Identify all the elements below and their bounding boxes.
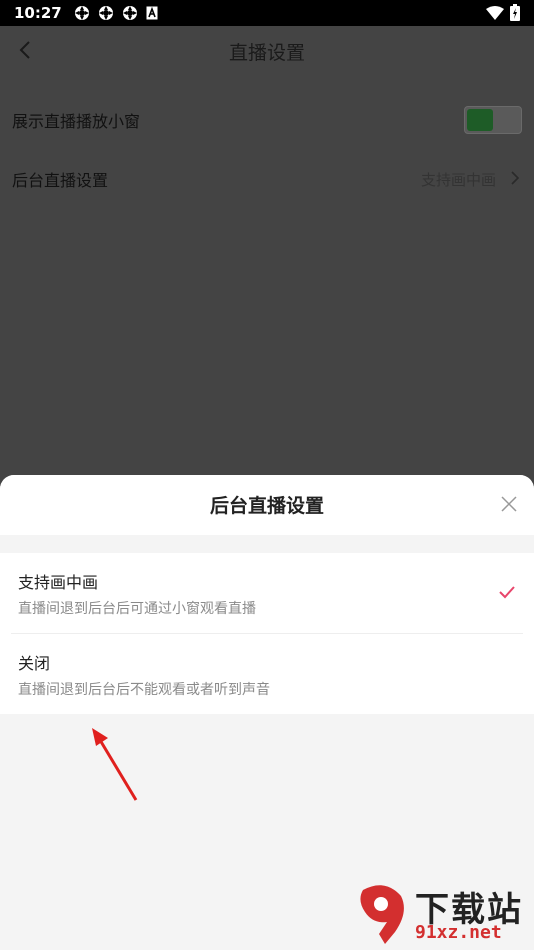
app-notification-icon <box>122 6 137 20</box>
page-title: 直播设置 <box>228 42 305 64</box>
system-icons <box>486 4 520 21</box>
red-arrow-annotation-icon <box>92 728 138 801</box>
row-value: 支持画中画 <box>420 170 496 189</box>
bottom-sheet: 后台直播设置 支持画中画 直播间退到后台后可通过小窗观看直播 关闭 直播间退到后… <box>0 475 534 950</box>
option-desc: 直播间退到后台后不能观看或者听到声音 <box>18 682 270 698</box>
mini-window-toggle[interactable] <box>464 106 522 134</box>
sheet-title: 后台直播设置 <box>209 495 324 517</box>
wifi-icon <box>486 5 504 20</box>
close-icon[interactable] <box>500 495 518 513</box>
toggle-knob <box>467 109 493 131</box>
watermark: 下载站 91xz.net <box>355 882 530 946</box>
keyboard-a-icon <box>146 6 158 20</box>
battery-icon <box>510 4 520 21</box>
row-label: 后台直播设置 <box>12 171 109 190</box>
status-bar: 10:27 <box>0 0 534 26</box>
app-notification-icon <box>74 6 89 20</box>
chevron-right-icon <box>511 171 520 185</box>
row-label: 展示直播播放小窗 <box>12 112 141 131</box>
option-picture-in-picture[interactable]: 支持画中画 直播间退到后台后可通过小窗观看直播 <box>11 553 523 634</box>
app-notification-icon <box>98 6 113 20</box>
checkmark-icon <box>499 586 515 599</box>
option-off[interactable]: 关闭 直播间退到后台后不能观看或者听到声音 <box>11 634 523 714</box>
option-list: 支持画中画 直播间退到后台后可通过小窗观看直播 关闭 直播间退到后台后不能观看或… <box>0 553 534 714</box>
watermark-domain: 91xz.net <box>415 922 502 943</box>
watermark-logo-icon <box>360 885 404 944</box>
option-name: 支持画中画 <box>18 573 99 592</box>
option-name: 关闭 <box>18 654 51 673</box>
background-live-setting-row[interactable]: 后台直播设置 支持画中画 <box>0 150 534 208</box>
option-desc: 直播间退到后台后可通过小窗观看直播 <box>18 601 256 617</box>
page-header: 直播设置 <box>0 26 534 74</box>
show-mini-window-row[interactable]: 展示直播播放小窗 <box>0 91 534 149</box>
sheet-header: 后台直播设置 <box>0 475 534 535</box>
notification-icons <box>74 5 158 21</box>
status-time: 10:27 <box>14 4 62 22</box>
